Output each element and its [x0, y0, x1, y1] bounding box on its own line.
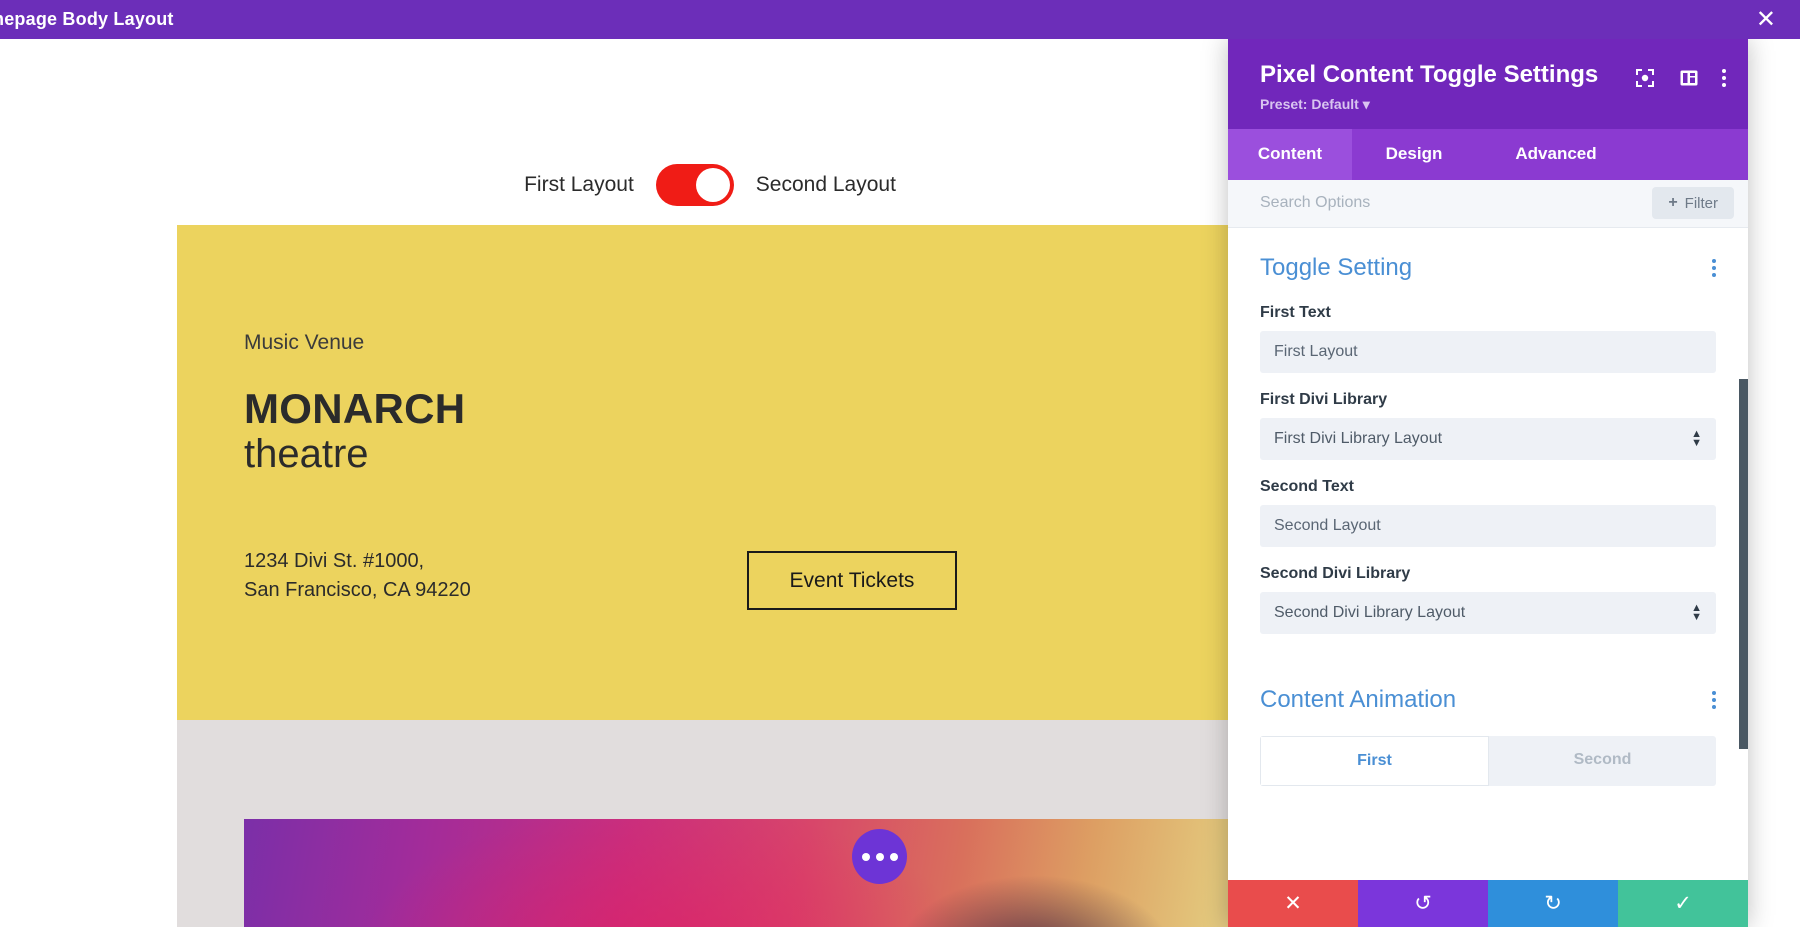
- first-divi-library-select[interactable]: First Divi Library Layout ▲ ▼: [1260, 417, 1716, 460]
- layout-title: mepage Body Layout: [0, 9, 174, 29]
- close-icon[interactable]: ✕: [1750, 6, 1782, 34]
- toggle-knob: [695, 168, 730, 202]
- hero-eyebrow: Music Venue: [244, 331, 365, 354]
- more-vertical-icon[interactable]: [1722, 69, 1726, 87]
- segment-first[interactable]: First: [1260, 735, 1489, 786]
- redo-button[interactable]: ↻: [1488, 880, 1618, 927]
- content-animation-segmented: First Second: [1260, 735, 1716, 786]
- hero-title-strong: MONARCH: [244, 385, 466, 432]
- search-row: + Filter: [1228, 179, 1748, 228]
- field-label: First Divi Library: [1260, 390, 1388, 408]
- first-text-input[interactable]: [1260, 330, 1716, 373]
- chevron-updown-icon: ▲ ▼: [1691, 428, 1702, 449]
- ellipsis-icon[interactable]: [852, 829, 907, 884]
- filter-button[interactable]: + Filter: [1652, 187, 1734, 220]
- panel-scrollbar-thumb[interactable]: [1739, 378, 1748, 749]
- chevron-down-icon: ▾: [1362, 95, 1370, 112]
- toggle-second-label: Second Layout: [755, 173, 896, 196]
- event-tickets-button[interactable]: Event Tickets: [747, 551, 957, 610]
- tab-advanced[interactable]: Advanced: [1476, 129, 1636, 180]
- second-text-input[interactable]: [1260, 504, 1716, 547]
- preset-label: Preset: Default: [1260, 95, 1359, 112]
- cancel-button[interactable]: ✕: [1228, 880, 1358, 927]
- screen-root: mepage Body Layout ✕ First Layout Second…: [0, 0, 1800, 927]
- more-vertical-icon[interactable]: [1712, 258, 1716, 277]
- field-second-divi-library: Second Divi Library Second Divi Library …: [1260, 565, 1716, 634]
- panel-title: Pixel Content Toggle Settings: [1260, 61, 1599, 88]
- more-vertical-icon[interactable]: [1712, 690, 1716, 709]
- section-header-toggle-setting: Toggle Setting: [1260, 254, 1716, 282]
- panel-footer-actions: ✕ ↺ ↻ ✓: [1228, 880, 1748, 927]
- field-label: Second Text: [1260, 477, 1354, 495]
- field-second-text: Second Text: [1260, 478, 1716, 547]
- panel-header-icons: [1634, 67, 1726, 89]
- top-admin-bar: mepage Body Layout ✕: [0, 0, 1800, 39]
- segment-second[interactable]: Second: [1489, 735, 1716, 786]
- undo-button[interactable]: ↺: [1358, 880, 1488, 927]
- section-title: Toggle Setting: [1260, 253, 1413, 281]
- field-label: Second Divi Library: [1260, 564, 1411, 582]
- split-layout-icon[interactable]: [1678, 67, 1700, 89]
- panel-header: Pixel Content Toggle Settings Preset: De…: [1228, 39, 1748, 129]
- hero-address: 1234 Divi St. #1000, San Francisco, CA 9…: [244, 550, 471, 601]
- panel-tabs: Content Design Advanced: [1228, 128, 1748, 180]
- section-header-content-animation: Content Animation: [1260, 686, 1716, 714]
- field-first-text: First Text: [1260, 304, 1716, 373]
- preset-selector[interactable]: Preset: Default ▾: [1260, 96, 1598, 113]
- toggle-first-label: First Layout: [524, 173, 634, 196]
- hero-title-light: theatre: [244, 432, 369, 477]
- hero-title: MONARCH theatre: [244, 385, 465, 477]
- content-toggle-row: First Layout Second Layout: [0, 164, 1420, 206]
- layout-toggle-switch[interactable]: [655, 164, 734, 206]
- select-value: Second Divi Library Layout: [1274, 603, 1466, 621]
- second-divi-library-select[interactable]: Second Divi Library Layout ▲ ▼: [1260, 591, 1716, 634]
- field-first-divi-library: First Divi Library First Divi Library La…: [1260, 391, 1716, 460]
- section-title: Content Animation: [1260, 685, 1457, 713]
- panel-body: Toggle Setting First Text First Divi Lib…: [1228, 227, 1748, 880]
- filter-label: Filter: [1684, 194, 1718, 212]
- chevron-updown-icon: ▲ ▼: [1691, 602, 1702, 623]
- field-label: First Text: [1260, 303, 1331, 321]
- focus-target-icon[interactable]: [1634, 67, 1656, 89]
- select-value: First Divi Library Layout: [1274, 429, 1443, 447]
- search-input[interactable]: [1260, 194, 1653, 213]
- plus-icon: +: [1668, 194, 1678, 212]
- tab-design[interactable]: Design: [1352, 129, 1476, 180]
- module-settings-panel: Pixel Content Toggle Settings Preset: De…: [1228, 39, 1748, 927]
- tab-content[interactable]: Content: [1228, 128, 1352, 180]
- panel-header-text: Pixel Content Toggle Settings Preset: De…: [1260, 61, 1598, 113]
- save-button[interactable]: ✓: [1618, 880, 1748, 927]
